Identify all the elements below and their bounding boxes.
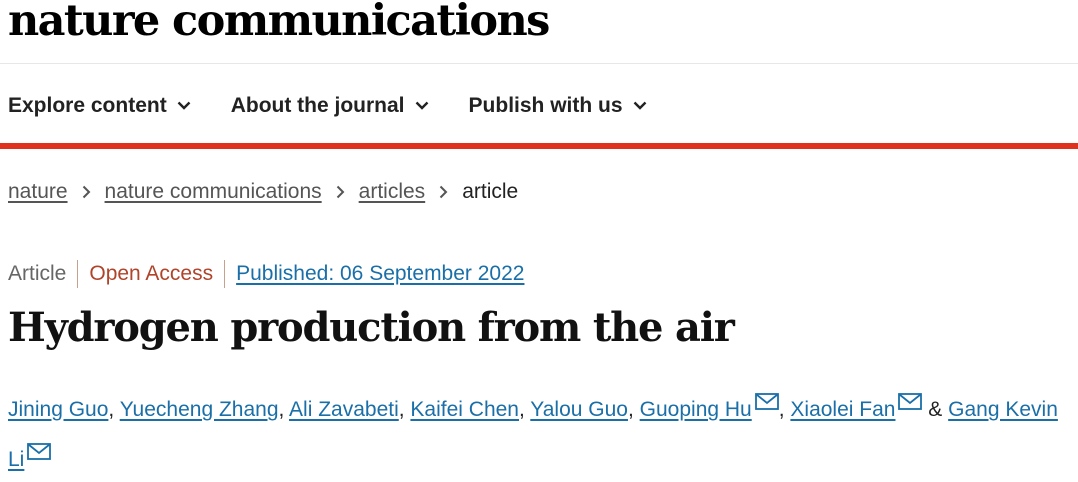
breadcrumb-link-nature[interactable]: nature [8, 180, 68, 204]
mail-icon[interactable] [754, 382, 779, 426]
chevron-right-icon [439, 185, 448, 199]
author-separator: , [778, 398, 791, 421]
nav-about-the-journal[interactable]: About the journal [231, 94, 429, 118]
breadcrumb-link-nature-communications[interactable]: nature communications [105, 180, 322, 204]
meta-divider [77, 260, 79, 288]
open-access-label: Open Access [89, 262, 214, 285]
author-link[interactable]: Kaifei Chen [410, 398, 519, 421]
author-link[interactable]: Xiaolei Fan [790, 398, 895, 421]
site-logo[interactable]: nature communications [8, 0, 550, 44]
author-separator: , [627, 398, 640, 421]
nav-explore-content[interactable]: Explore content [8, 94, 191, 118]
chevron-down-icon [415, 101, 428, 110]
nav-item-label: Explore content [8, 94, 167, 117]
chevron-right-icon [82, 185, 91, 199]
article-meta: Article Open Access Published: 06 Septem… [8, 260, 524, 288]
author-separator: , [108, 398, 120, 421]
breadcrumb-current: article [462, 180, 519, 203]
mail-icon[interactable] [27, 432, 52, 476]
author-link[interactable]: Jining Guo [8, 398, 108, 421]
author-separator: , [398, 398, 411, 421]
main-nav: Explore content About the journal Publis… [8, 88, 687, 124]
published-date-link[interactable]: Published: 06 September 2022 [236, 262, 524, 286]
meta-divider [224, 260, 226, 288]
author-list: Jining Guo, Yuecheng Zhang, Ali Zavabeti… [8, 382, 1076, 482]
accent-bar [0, 143, 1078, 149]
nav-item-label: Publish with us [468, 94, 623, 117]
author-separator: & [922, 398, 949, 421]
chevron-right-icon [336, 185, 345, 199]
author-separator: , [278, 398, 290, 421]
author-link[interactable]: Guoping Hu [640, 398, 752, 421]
nav-item-label: About the journal [230, 94, 405, 117]
chevron-down-icon [633, 101, 646, 110]
author-link[interactable]: Ali Zavabeti [289, 398, 399, 421]
chevron-down-icon [177, 101, 191, 110]
header-divider [0, 63, 1078, 64]
nav-publish-with-us[interactable]: Publish with us [469, 94, 647, 118]
mail-icon[interactable] [898, 382, 923, 426]
breadcrumb-link-articles[interactable]: articles [359, 180, 426, 204]
breadcrumb: nature nature communications articles ar… [8, 180, 518, 204]
author-separator: , [519, 398, 531, 421]
author-link[interactable]: Yuecheng Zhang [120, 398, 279, 421]
article-type: Article [8, 262, 67, 285]
article-title: Hydrogen production from the air [8, 304, 735, 351]
author-link[interactable]: Yalou Guo [530, 398, 628, 421]
